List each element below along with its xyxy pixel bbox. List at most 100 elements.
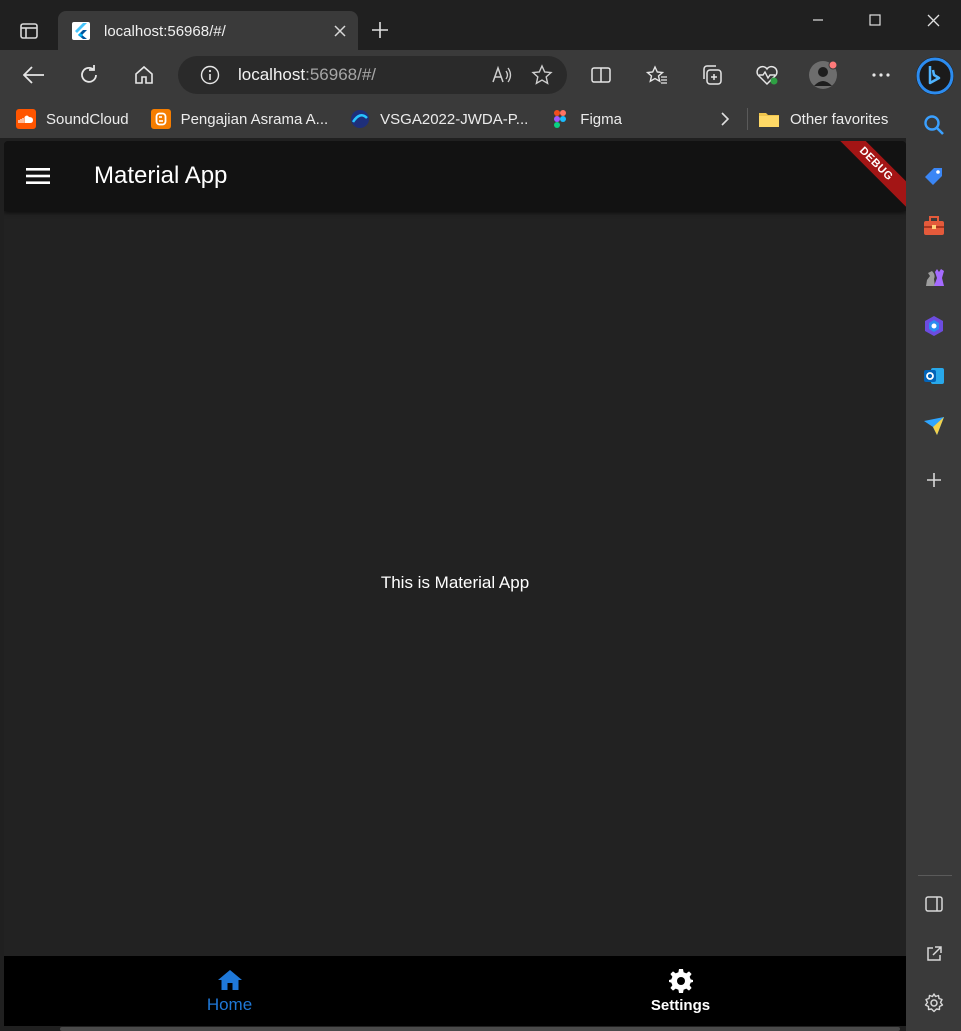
tab-actions-button[interactable] [12, 14, 46, 48]
sidebar-tools-button[interactable] [918, 210, 950, 242]
sidebar-drop-button[interactable] [918, 410, 950, 442]
browser-toolbar: localhost:56968/#/ [0, 50, 961, 100]
nav-item-settings[interactable]: Settings [455, 956, 906, 1026]
bookmark-vsga[interactable]: VSGA2022-JWDA-P... [344, 105, 534, 133]
send-icon [924, 417, 944, 435]
sidebar-settings-button[interactable] [918, 987, 950, 1019]
home-button[interactable] [127, 58, 161, 92]
debug-banner: DEBUG [827, 141, 906, 213]
tab-title: localhost:56968/#/ [104, 22, 226, 40]
address-bar[interactable]: localhost:56968/#/ [178, 56, 567, 94]
refresh-icon [81, 65, 97, 83]
toolbox-icon [924, 216, 944, 235]
horizontal-scrollbar[interactable] [60, 1027, 900, 1031]
title-bar: localhost:56968/#/ [0, 0, 961, 51]
back-arrow-icon [23, 66, 44, 84]
bing-chat-button[interactable] [916, 57, 954, 95]
sidebar-divider [918, 875, 952, 876]
sidebar-copilot-button[interactable] [918, 310, 950, 342]
soundcloud-icon [16, 109, 36, 129]
info-icon [200, 65, 220, 85]
figma-icon [550, 109, 570, 129]
split-screen-button[interactable] [584, 58, 618, 92]
web-page: Material App DEBUG This is Material App … [4, 141, 906, 1026]
microsoft-365-icon [925, 316, 943, 336]
heartbeat-icon [756, 65, 778, 86]
more-horizontal-icon [872, 73, 890, 77]
nav-label-home: Home [206, 994, 253, 1014]
plus-icon [927, 473, 941, 487]
minimize-icon [813, 19, 823, 21]
site-info-button[interactable] [196, 61, 224, 89]
plus-icon [372, 22, 388, 38]
more-bookmarks-button[interactable] [712, 106, 738, 132]
outlook-icon [924, 368, 944, 384]
tab-actions-icon [20, 23, 38, 39]
sidebar-search-button[interactable] [918, 109, 950, 141]
nav-label-settings: Settings [650, 997, 711, 1014]
url-text[interactable]: localhost:56968/#/ [238, 65, 487, 85]
bookmark-figma[interactable]: Figma [544, 105, 628, 133]
tag-icon [925, 168, 942, 185]
sidebar-panel-icon [925, 896, 943, 912]
chess-icon [926, 269, 944, 286]
other-favorites-label: Other favorites [790, 110, 889, 128]
star-icon [531, 64, 553, 85]
collections-button[interactable] [695, 58, 729, 92]
bookmark-soundcloud[interactable]: SoundCloud [10, 105, 135, 133]
close-icon [927, 14, 939, 26]
edge-sidebar [906, 100, 961, 1031]
sidebar-add-button[interactable] [918, 464, 950, 496]
home-icon [217, 969, 242, 990]
split-screen-icon [591, 67, 611, 83]
favorites-bar: SoundCloud Pengajian Asrama A... VSGA202… [0, 100, 906, 138]
url-path: :56968/#/ [305, 65, 377, 84]
new-tab-button[interactable] [366, 16, 394, 44]
external-link-icon [927, 946, 942, 961]
search-icon [924, 115, 944, 135]
maximize-icon [869, 14, 881, 26]
minimize-button[interactable] [798, 4, 838, 36]
url-host: localhost [238, 65, 306, 84]
close-window-button[interactable] [913, 4, 953, 36]
read-aloud-button[interactable] [487, 60, 517, 90]
bookmark-label: VSGA2022-JWDA-P... [380, 110, 529, 128]
add-favorite-button[interactable] [527, 60, 557, 90]
app-title: Material App [94, 162, 228, 189]
browser-tab[interactable]: localhost:56968/#/ [58, 11, 358, 51]
close-tab-button[interactable] [326, 17, 354, 45]
bing-icon [916, 57, 954, 95]
sidebar-shopping-button[interactable] [918, 160, 950, 192]
other-favorites-folder[interactable]: Other favorites [758, 105, 888, 133]
home-outline-icon [135, 65, 153, 84]
bookmark-label: Pengajian Asrama A... [180, 110, 329, 128]
sidebar-games-button[interactable] [918, 260, 950, 292]
favorites-divider [747, 108, 748, 130]
hamburger-menu-icon [26, 168, 50, 184]
body-text: This is Material App [380, 573, 530, 592]
chevron-right-icon [721, 112, 730, 126]
maximize-button[interactable] [855, 4, 895, 36]
gear-icon [924, 993, 944, 1013]
browser-essentials-button[interactable] [750, 58, 784, 92]
nav-item-home[interactable]: Home [4, 956, 455, 1026]
profile-button[interactable] [806, 58, 840, 92]
blogger-icon [150, 109, 171, 129]
hide-sidebar-button[interactable] [918, 888, 950, 920]
collections-icon [703, 65, 722, 85]
bottom-navigation-bar: Home Settings [4, 956, 906, 1026]
menu-button[interactable] [16, 154, 60, 198]
avatar [809, 60, 838, 89]
digitalent-icon [350, 109, 370, 129]
favorites-button[interactable] [640, 58, 674, 92]
bookmark-pengajian[interactable]: Pengajian Asrama A... [145, 105, 335, 133]
folder-icon [759, 113, 779, 127]
close-icon [334, 25, 346, 37]
app-bar: Material App DEBUG [4, 141, 906, 213]
refresh-button[interactable] [72, 58, 106, 92]
sidebar-outlook-button[interactable] [918, 360, 950, 392]
settings-icon [668, 969, 693, 993]
open-external-button[interactable] [918, 938, 950, 970]
more-options-button[interactable] [864, 58, 898, 92]
back-button[interactable] [17, 58, 51, 92]
